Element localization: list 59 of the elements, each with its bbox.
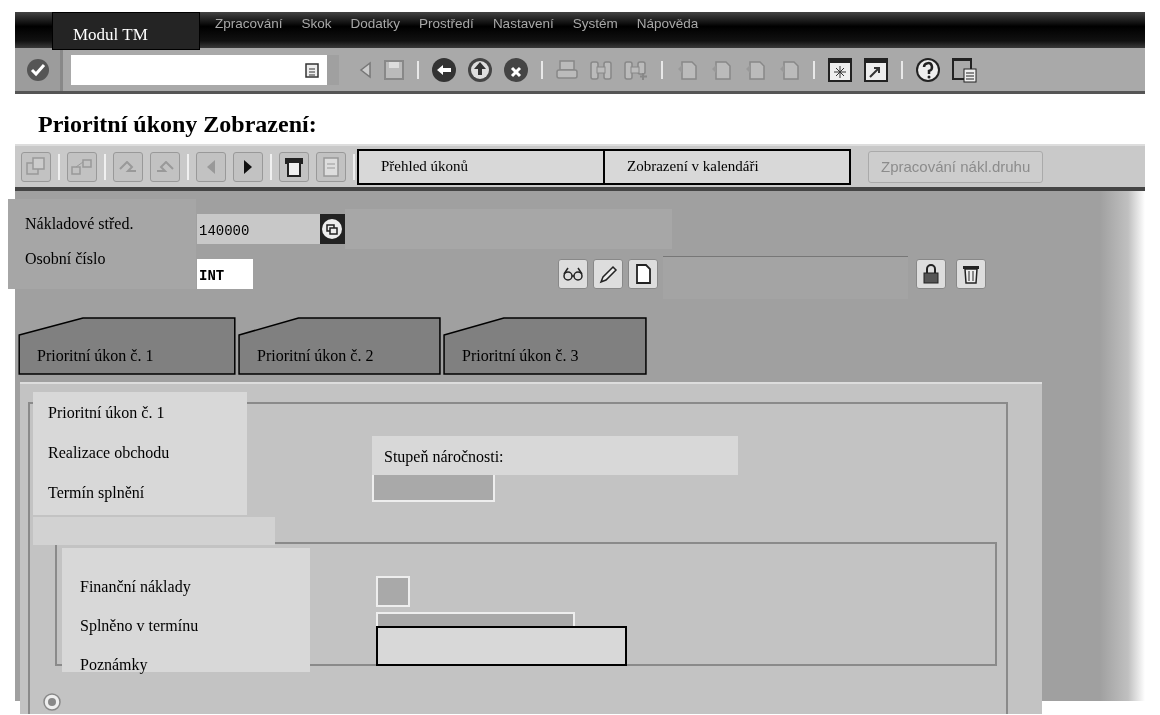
input-field[interactable] <box>372 475 495 502</box>
lock-button[interactable] <box>916 259 946 289</box>
module-label: Modul TM <box>52 12 200 50</box>
field-label: Realizace obchodu <box>48 444 171 462</box>
input-field[interactable] <box>376 612 575 626</box>
edit-button[interactable] <box>593 259 623 289</box>
field-label: Stupeň náročnosti: <box>372 436 738 475</box>
command-field[interactable] <box>71 54 339 85</box>
back-icon[interactable] <box>431 56 457 83</box>
delete-button[interactable] <box>956 259 986 289</box>
document-button[interactable] <box>316 151 346 182</box>
radio-icon[interactable] <box>42 692 62 712</box>
menu-item[interactable]: Zpracování <box>215 16 283 31</box>
right-triangle-icon <box>243 158 253 175</box>
menu-item[interactable]: Nastavení <box>492 16 554 31</box>
printer-icon[interactable] <box>555 58 579 81</box>
paste-button[interactable] <box>21 151 51 182</box>
redo-arrow-button[interactable] <box>150 151 180 182</box>
undo-arrow-button[interactable] <box>113 151 143 182</box>
new-window-icon[interactable] <box>827 56 853 83</box>
field-label: Splněno v termínu <box>80 617 200 635</box>
personal-number-field[interactable]: INT <box>197 259 253 289</box>
hierarchy-button[interactable] <box>67 151 97 182</box>
check-icon[interactable] <box>25 57 50 82</box>
screen-title: Prioritní úkony Zobrazení: <box>38 110 318 138</box>
binoculars-plus-icon[interactable] <box>623 58 649 81</box>
field-label: Nákladové střed. <box>25 215 135 233</box>
left-triangle-button[interactable] <box>196 151 226 182</box>
menu-item[interactable]: Systém <box>572 16 618 31</box>
binoculars-icon[interactable] <box>589 58 613 81</box>
right-triangle-button[interactable] <box>233 151 263 182</box>
tab[interactable]: Prioritní úkon č. 1 <box>17 317 237 375</box>
field-label: Finanční náklady <box>80 578 192 596</box>
shortcut-icon[interactable] <box>863 56 889 83</box>
value-help-icon[interactable] <box>320 214 345 244</box>
toolbar-button[interactable]: Zobrazení v kalendáři <box>603 148 851 185</box>
tab[interactable]: Prioritní úkon č. 2 <box>237 317 442 375</box>
tab[interactable]: Prioritní úkon č. 3 <box>442 317 648 375</box>
field-label: Poznámky <box>80 656 149 674</box>
menu-item[interactable]: Nápověda <box>636 16 699 31</box>
field-label: Osobní číslo <box>25 250 107 268</box>
menu-item[interactable]: Skok <box>301 16 332 31</box>
list-icon[interactable] <box>305 61 319 78</box>
save-icon[interactable] <box>383 58 405 81</box>
layout-icon[interactable] <box>951 56 977 83</box>
new-button[interactable] <box>628 259 658 289</box>
help-icon[interactable] <box>915 56 941 83</box>
checkbox-field[interactable] <box>376 576 410 607</box>
menu-item[interactable]: Prostředí <box>419 16 474 31</box>
menu-item[interactable]: Dodatky <box>350 16 401 31</box>
cancel-icon[interactable] <box>503 56 529 83</box>
display-button[interactable] <box>558 259 588 289</box>
left-triangle-icon <box>206 158 216 175</box>
group-title: Prioritní úkon č. 1 <box>48 404 166 422</box>
field-label: Termín splnění <box>48 484 146 502</box>
notes-field[interactable] <box>376 626 627 666</box>
cost-center-field[interactable]: 140000 <box>197 214 320 244</box>
toolbar-button[interactable]: Přehled úkonů <box>357 148 605 185</box>
left-triangle-icon[interactable] <box>359 60 373 79</box>
